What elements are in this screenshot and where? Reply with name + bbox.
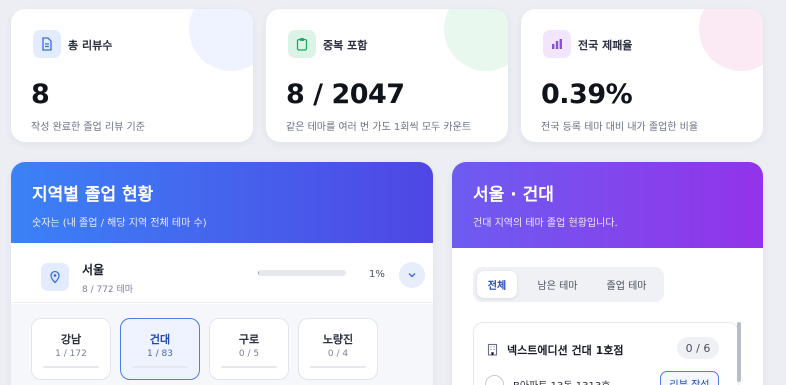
subregion-chip-kondae[interactable]: 건대 1 / 83 bbox=[120, 318, 200, 380]
stat-value: 0.39% bbox=[541, 79, 633, 110]
store-count-badge: 0 / 6 bbox=[677, 337, 719, 359]
stat-description: 같은 테마를 여러 번 가도 1회씩 모두 카운트 bbox=[286, 122, 472, 133]
subregion-name: 구로 bbox=[238, 333, 260, 346]
decor-blob bbox=[444, 9, 508, 71]
subregion-chip-noryangjin[interactable]: 노량진 0 / 4 bbox=[298, 318, 378, 380]
region-progress-fill bbox=[258, 270, 259, 276]
tab-remaining[interactable]: 남은 테마 bbox=[524, 271, 591, 298]
region-percent: 1% bbox=[369, 269, 385, 280]
scrollbar[interactable] bbox=[737, 322, 741, 382]
theme-name: B아파트 13동 1313호 bbox=[513, 377, 610, 385]
decor-blob bbox=[189, 9, 253, 71]
stat-description: 작성 완료한 졸업 리뷰 기준 bbox=[31, 122, 145, 133]
document-icon bbox=[33, 30, 61, 58]
subregion-grid: 강남 1 / 172 건대 1 / 83 구로 0 / 5 노량진 0 / 4 bbox=[11, 304, 433, 385]
store-card: 넥스트에디션 건대 1호점 0 / 6 B아파트 13동 1313호 리뷰 작성 bbox=[473, 322, 739, 385]
subregion-progress-bar bbox=[43, 366, 99, 368]
stat-card-duplicates: 중복 포함 8 / 2047 같은 테마를 여러 번 가도 1회씩 모두 카운트 bbox=[266, 9, 508, 142]
stat-card-nationwide-rate: 전국 제패율 0.39% 전국 등록 테마 대비 내가 졸업한 비율 bbox=[521, 9, 763, 142]
map-pin-icon bbox=[41, 263, 69, 291]
theme-checkbox[interactable] bbox=[485, 375, 504, 385]
stat-value: 8 / 2047 bbox=[286, 79, 405, 110]
theme-filter-tabs: 전체 남은 테마 졸업 테마 bbox=[473, 267, 664, 302]
bar-chart-icon bbox=[543, 30, 571, 58]
tab-graduated[interactable]: 졸업 테마 bbox=[593, 271, 660, 298]
region-status-panel: 지역별 졸업 현황 숫자는 (내 졸업 / 해당 지역 전체 테마 수) 서울 … bbox=[11, 162, 433, 385]
stat-value: 8 bbox=[31, 79, 50, 110]
decor-blob bbox=[699, 9, 763, 71]
panel-subtitle: 건대 지역의 테마 졸업 현황입니다. bbox=[473, 218, 618, 229]
subregion-progress-bar bbox=[132, 366, 188, 368]
subregion-name: 노량진 bbox=[322, 333, 354, 346]
region-detail-panel: 서울 · 건대 건대 지역의 테마 졸업 현황입니다. 전체 남은 테마 졸업 … bbox=[452, 162, 763, 385]
stat-label: 전국 제패율 bbox=[578, 39, 633, 52]
building-icon bbox=[486, 341, 499, 360]
subregion-count: 0 / 5 bbox=[238, 349, 260, 359]
subregion-chip-gangnam[interactable]: 강남 1 / 172 bbox=[31, 318, 111, 380]
subregion-count: 0 / 4 bbox=[327, 349, 349, 359]
subregion-count: 1 / 172 bbox=[55, 349, 87, 359]
write-review-button[interactable]: 리뷰 작성 bbox=[660, 371, 719, 385]
tab-all[interactable]: 전체 bbox=[477, 271, 517, 298]
stat-card-total-reviews: 총 리뷰수 8 작성 완료한 졸업 리뷰 기준 bbox=[11, 9, 253, 142]
region-progress-bar bbox=[258, 270, 346, 276]
region-row-seoul[interactable]: 서울 8 / 772 테마 1% bbox=[11, 243, 433, 303]
stat-label: 총 리뷰수 bbox=[68, 39, 113, 52]
panel-title: 지역별 졸업 현황 bbox=[32, 185, 154, 205]
panel-title: 서울 · 건대 bbox=[473, 185, 554, 205]
region-panel-header: 지역별 졸업 현황 숫자는 (내 졸업 / 해당 지역 전체 테마 수) bbox=[11, 162, 433, 243]
store-name: 넥스트에디션 건대 1호점 bbox=[507, 344, 624, 357]
region-count: 8 / 772 테마 bbox=[82, 285, 134, 295]
subregion-name: 강남 bbox=[60, 333, 82, 346]
chevron-down-icon[interactable] bbox=[399, 262, 425, 288]
stat-description: 전국 등록 테마 대비 내가 졸업한 비율 bbox=[541, 122, 699, 133]
stat-label: 중복 포함 bbox=[323, 39, 368, 52]
subregion-name: 건대 bbox=[149, 333, 171, 346]
subregion-chip-guro[interactable]: 구로 0 / 5 bbox=[209, 318, 289, 380]
detail-panel-header: 서울 · 건대 건대 지역의 테마 졸업 현황입니다. bbox=[452, 162, 763, 248]
subregion-progress-bar bbox=[221, 366, 277, 368]
subregion-count: 1 / 83 bbox=[147, 349, 173, 359]
panel-subtitle: 숫자는 (내 졸업 / 해당 지역 전체 테마 수) bbox=[32, 218, 207, 229]
region-name: 서울 bbox=[82, 263, 105, 277]
subregion-progress-bar bbox=[310, 366, 366, 368]
clipboard-icon bbox=[288, 30, 316, 58]
